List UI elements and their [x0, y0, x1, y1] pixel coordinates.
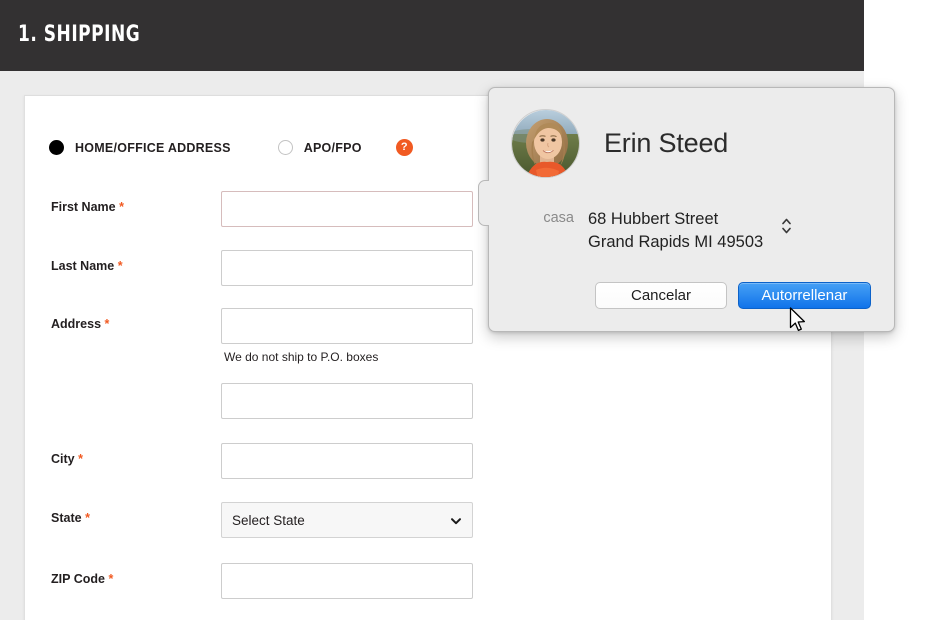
- address-stepper-icon[interactable]: [780, 214, 793, 238]
- radio-indicator-apo-fpo[interactable]: [278, 140, 293, 155]
- required-marker-first-name: *: [119, 200, 124, 214]
- required-marker-zip-code: *: [108, 572, 113, 586]
- autofill-address-row: casa 68 Hubbert Street Grand Rapids MI 4…: [511, 208, 793, 254]
- address-line1-input[interactable]: [221, 308, 473, 344]
- label-zip-code: ZIP Code *: [51, 572, 113, 586]
- radio-option-home-office[interactable]: HOME/OFFICE ADDRESS: [49, 140, 231, 155]
- label-address: Address *: [51, 317, 109, 331]
- state-select-wrapper[interactable]: Select State: [221, 502, 473, 538]
- autofill-address-tag: casa: [511, 208, 574, 226]
- state-select[interactable]: Select State: [221, 502, 473, 538]
- autofill-button[interactable]: Autorrellenar: [738, 282, 871, 309]
- help-question-icon[interactable]: ?: [396, 139, 413, 156]
- zip-code-input[interactable]: [221, 563, 473, 599]
- cancel-button[interactable]: Cancelar: [595, 282, 727, 309]
- field-row-zip-code: ZIP Code *: [25, 563, 831, 599]
- field-row-city: City *: [25, 443, 831, 479]
- avatar-photo: [512, 110, 580, 178]
- radio-label-apo-fpo: APO/FPO: [304, 141, 362, 155]
- required-marker-state: *: [85, 511, 90, 525]
- field-row-address-line2: [25, 383, 831, 419]
- state-select-value: Select State: [232, 513, 305, 528]
- popup-callout-notch-cover: [489, 180, 492, 226]
- address-helper-text: We do not ship to P.O. boxes: [224, 350, 378, 364]
- autofill-popup-buttons: Cancelar Autorrellenar: [595, 282, 871, 309]
- address-line2-input[interactable]: [221, 383, 473, 419]
- screenshot-root: 1. SHIPPING HOME/OFFICE ADDRESS APO/FPO …: [0, 0, 934, 620]
- first-name-input[interactable]: [221, 191, 473, 227]
- label-last-name: Last Name *: [51, 259, 123, 273]
- autofill-address-line2: Grand Rapids MI 49503: [588, 231, 763, 254]
- autofill-contact-name: Erin Steed: [604, 128, 728, 159]
- label-state: State *: [51, 511, 90, 525]
- autofill-popup: Erin Steed casa 68 Hubbert Street Grand …: [488, 87, 895, 332]
- label-city: City *: [51, 452, 83, 466]
- chevron-down-icon: [450, 514, 462, 526]
- autofill-contact-header: Erin Steed: [511, 109, 728, 178]
- avatar: [511, 109, 580, 178]
- shipping-section-header: 1. SHIPPING: [0, 0, 864, 71]
- address-type-radio-group: HOME/OFFICE ADDRESS APO/FPO ?: [49, 139, 413, 156]
- last-name-input[interactable]: [221, 250, 473, 286]
- required-marker-last-name: *: [118, 259, 123, 273]
- required-marker-city: *: [78, 452, 83, 466]
- required-marker-address: *: [105, 317, 110, 331]
- radio-indicator-home-office[interactable]: [49, 140, 64, 155]
- field-row-state: State * Select State: [25, 502, 831, 538]
- page-title: 1. SHIPPING: [18, 22, 140, 47]
- label-first-name: First Name *: [51, 200, 124, 214]
- radio-option-apo-fpo[interactable]: APO/FPO: [278, 140, 362, 155]
- radio-label-home-office: HOME/OFFICE ADDRESS: [75, 141, 231, 155]
- autofill-address-line1: 68 Hubbert Street: [588, 208, 763, 231]
- city-input[interactable]: [221, 443, 473, 479]
- autofill-address-lines: 68 Hubbert Street Grand Rapids MI 49503: [588, 208, 763, 254]
